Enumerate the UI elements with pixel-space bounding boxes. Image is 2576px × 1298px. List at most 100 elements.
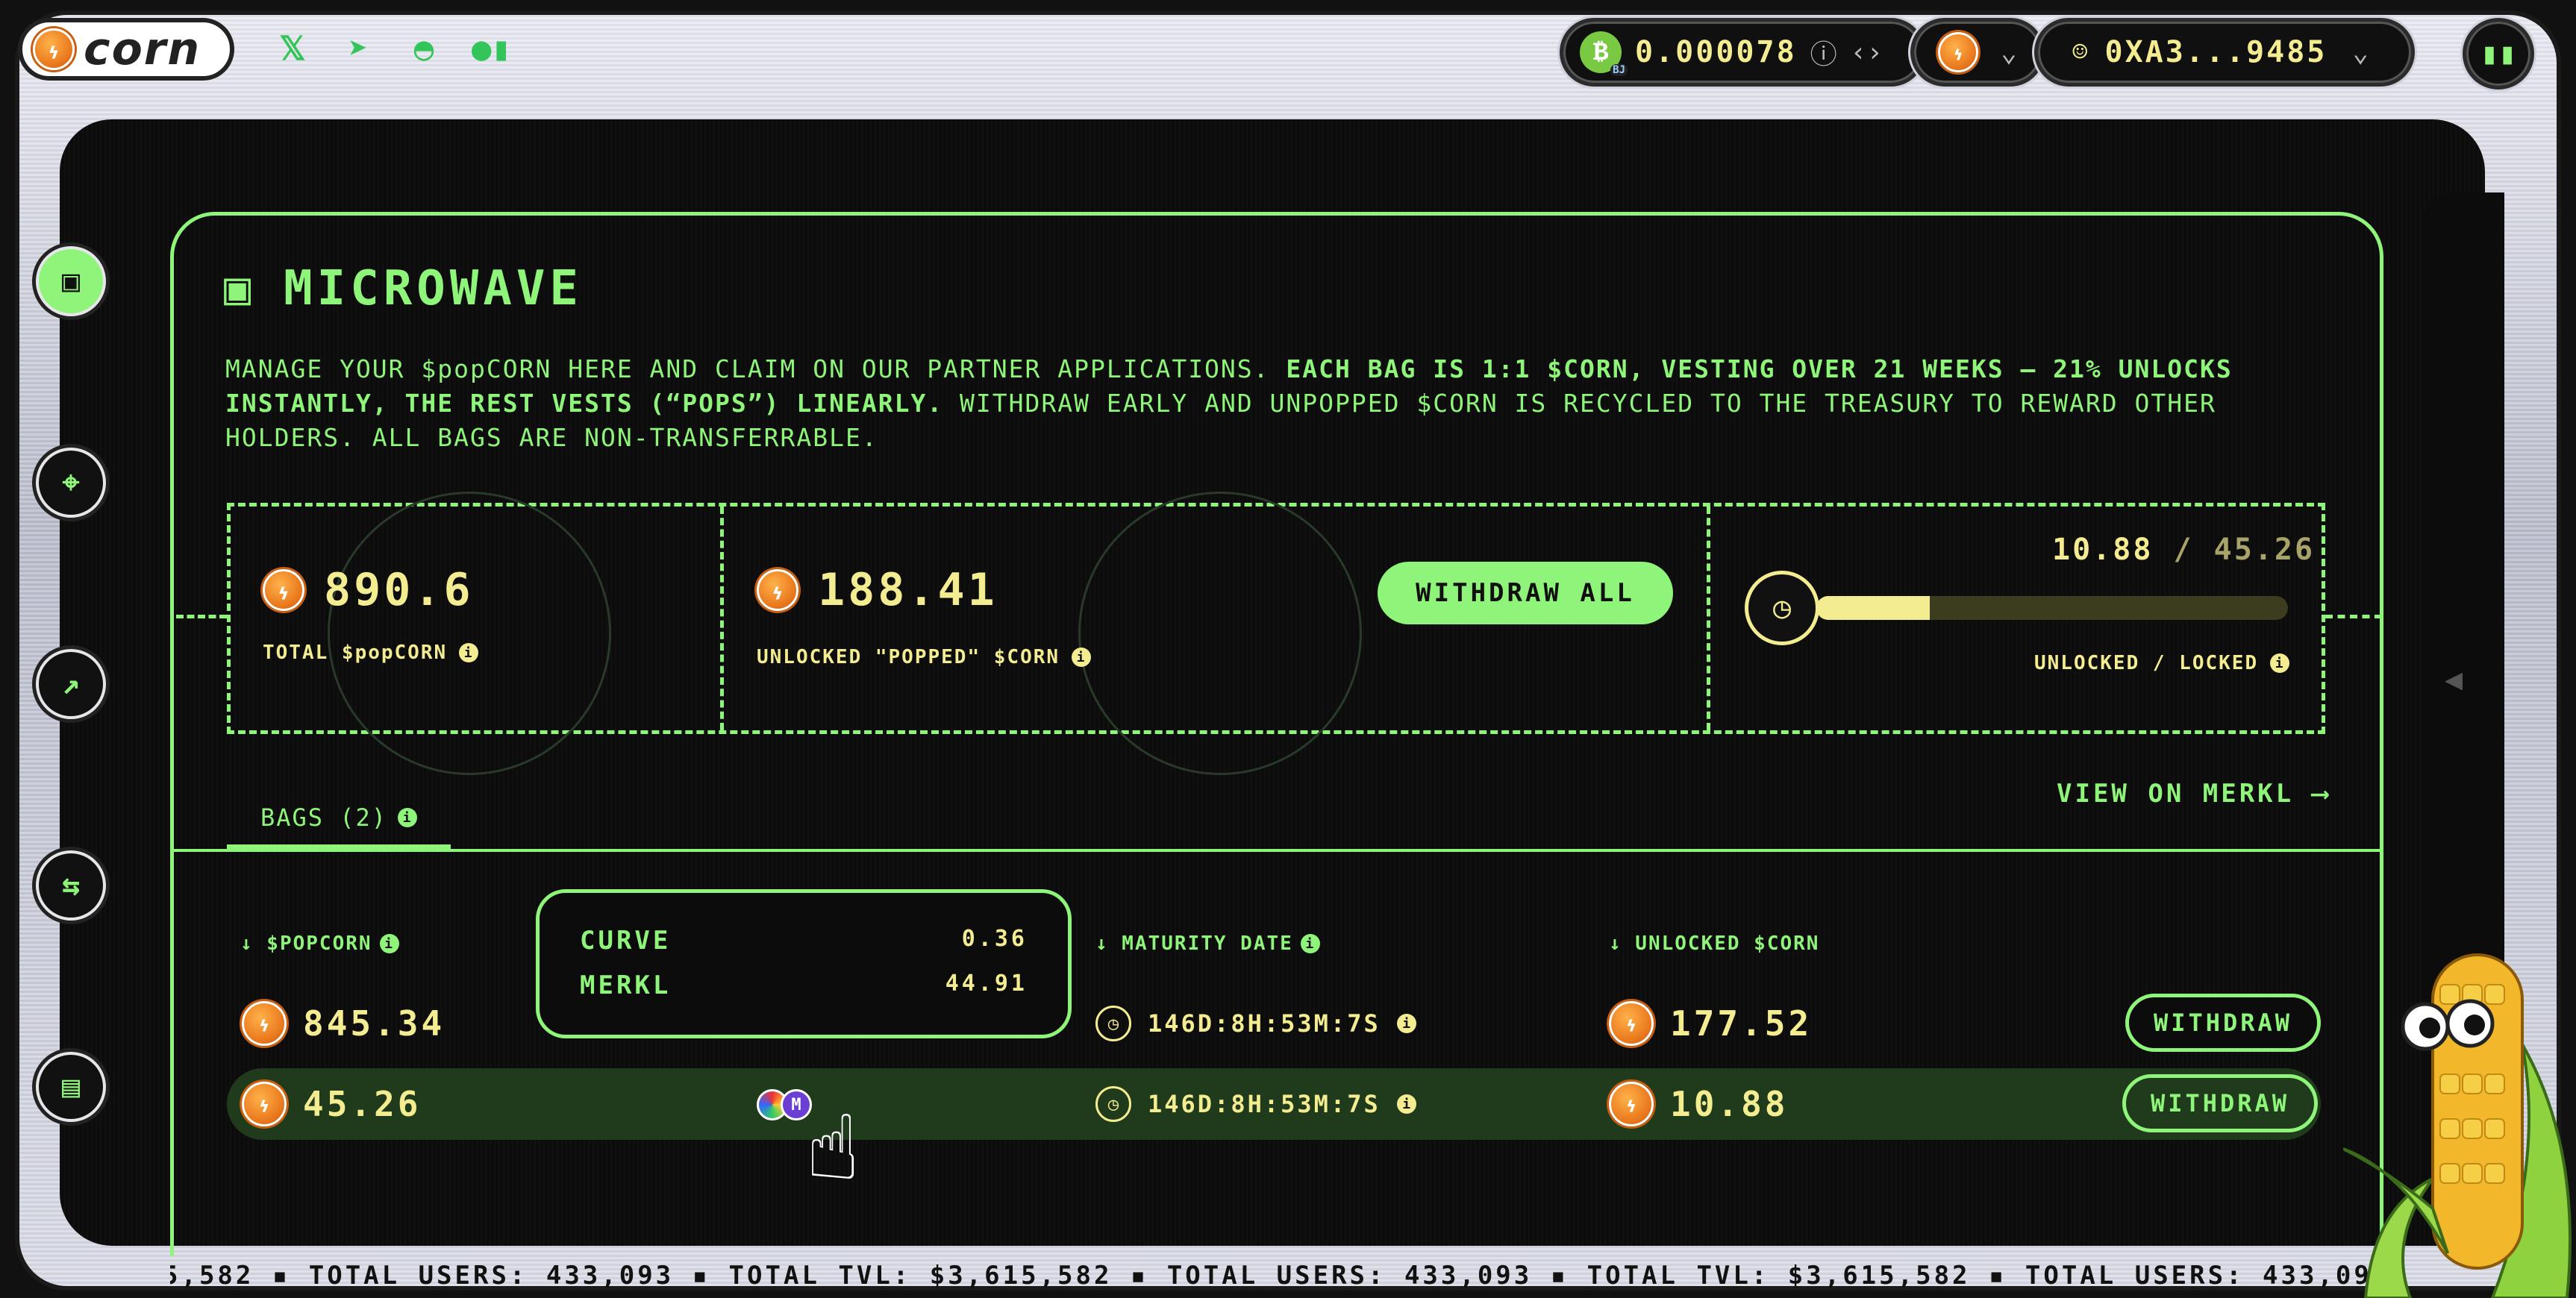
page-title: MICROWAVE	[284, 261, 583, 316]
tab-bags[interactable]: BAGS (2) i	[227, 791, 451, 850]
stats-divider	[1707, 507, 1710, 730]
document-icon: ▤	[61, 1070, 81, 1104]
chevron-down-icon: ⌄	[2001, 37, 2017, 68]
chevron-down-icon: ⌄	[2352, 37, 2369, 68]
header-text: ↓ MATURITY DATE	[1095, 932, 1293, 955]
total-popcorn: 𐓷 890.6	[263, 564, 474, 616]
tooltip-row-merkl: MERKL 44.91	[580, 971, 1028, 1000]
panel-header: ▣ MICROWAVE	[224, 261, 583, 316]
header-text: ↓ UNLOCKED $CORN	[1609, 932, 1820, 955]
nav-microwave[interactable]: ▣	[36, 246, 106, 316]
token-select[interactable]: 𐓷 ⌄	[1910, 18, 2045, 87]
withdraw-all-button[interactable]: WITHDRAW ALL	[1378, 562, 1673, 624]
unlocked-corn: 𐓷 188.41	[757, 564, 998, 616]
pointer-cursor-icon: ☝	[806, 1097, 860, 1200]
trending-up-icon: ↗	[61, 667, 81, 701]
partner-breakdown-tooltip: CURVE 0.36 MERKL 44.91	[536, 889, 1072, 1038]
brand-name: corn	[84, 23, 201, 75]
bar-chart-icon: ▮▮	[2480, 37, 2517, 71]
btc-balance-pill[interactable]: ₿ 0.000078 ⓘ ‹›	[1560, 18, 1925, 87]
info-icon[interactable]: i	[1396, 1094, 1416, 1114]
stats-divider	[720, 507, 724, 730]
withdraw-button[interactable]: WITHDRAW	[2125, 994, 2321, 1052]
microwave-icon: ▣	[224, 263, 251, 315]
popcorn-value: 845.34	[303, 1003, 446, 1044]
label-text: UNLOCKED / LOCKED	[2034, 652, 2259, 674]
col-header-maturity[interactable]: ↓ MATURITY DATE i	[1095, 932, 1320, 955]
wallet-pill[interactable]: ☺ 0XA3...9485 ⌄	[2034, 18, 2415, 87]
unlocked-cell: 𐓷 10.88	[1609, 1068, 1788, 1140]
btc-icon: ₿	[1580, 31, 1628, 76]
col-header-unlocked[interactable]: ↓ UNLOCKED $CORN	[1609, 932, 1819, 955]
ratio-label: UNLOCKED / LOCKED i	[2034, 652, 2290, 674]
dash-line-left	[176, 615, 227, 618]
corn-coin-icon: 𐓷	[1609, 1001, 1654, 1046]
ratio-locked: 45.26	[2213, 533, 2316, 567]
clock-icon: ◷	[1095, 1086, 1131, 1122]
discord-icon[interactable]: ◓	[406, 30, 442, 68]
panel-description: MANAGE YOUR $popCORN HERE AND CLAIM ON O…	[225, 352, 2345, 455]
label-text: UNLOCKED "POPPED" $CORN	[757, 646, 1060, 668]
desc-text: MANAGE YOUR $popCORN HERE AND CLAIM ON O…	[225, 354, 1287, 383]
corn-token-icon: 𐓷	[1938, 32, 1979, 72]
unlocked-cell: 𐓷 177.52	[1609, 988, 1812, 1059]
tooltip-value: 44.91	[945, 971, 1028, 997]
unlocked-value: 10.88	[1670, 1084, 1789, 1124]
info-icon[interactable]: i	[1300, 934, 1320, 953]
stats-button[interactable]: ▮▮	[2463, 18, 2534, 90]
col-header-popcorn[interactable]: ↓ $POPCORN i	[240, 932, 399, 955]
corn-coin-icon: 𐓷	[1609, 1082, 1654, 1126]
nav-target[interactable]: ⌖	[36, 448, 106, 518]
table-row[interactable]: 𐓷 45.26 ◷ 146D:8H:53M:7S i 𐓷 10.88 WITHDRAW	[227, 1068, 2321, 1140]
info-icon[interactable]: i	[398, 808, 418, 827]
tooltip-label: MERKL	[580, 971, 672, 1000]
popcorn-coin-icon: 𐓷	[263, 569, 304, 611]
code-icon[interactable]: ‹›	[1851, 37, 1883, 68]
tooltip-label: CURVE	[580, 926, 672, 956]
tooltip-row-curve: CURVE 0.36	[580, 926, 1028, 956]
x-icon[interactable]: 𝕏	[275, 30, 310, 68]
info-icon[interactable]: i	[379, 934, 399, 953]
medium-icon[interactable]: ●▮	[472, 30, 511, 68]
bridge-icon: ⇆	[61, 868, 81, 903]
maturity-cell: ◷ 146D:8H:53M:7S i	[1095, 988, 1416, 1059]
info-icon[interactable]: i	[1072, 648, 1092, 667]
popcorn-illustration	[328, 492, 611, 775]
popcorn-coin-icon: 𐓷	[242, 1082, 287, 1126]
popcorn-cell: 𐓷 845.34	[242, 988, 445, 1059]
telegram-icon[interactable]: ➤	[340, 30, 376, 68]
unlocked-value: 177.52	[1670, 1003, 1813, 1044]
nav-docs[interactable]: ▤	[36, 1052, 106, 1122]
info-icon[interactable]: i	[2270, 653, 2290, 673]
view-on-merkl-link[interactable]: VIEW ON MERKL ⟶	[2057, 779, 2330, 809]
info-icon[interactable]: ⓘ	[1810, 33, 1837, 72]
left-nav: ▣ ⌖ ↗ ⇆ ▤	[36, 246, 106, 1122]
progress-track	[1816, 596, 2288, 620]
nav-bridge[interactable]: ⇆	[36, 850, 106, 921]
wallet-address: 0XA3...9485	[2104, 35, 2328, 69]
crosshair-icon: ⌖	[62, 465, 80, 500]
tooltip-value: 0.36	[961, 926, 1028, 952]
ratio-separator: /	[2153, 533, 2214, 567]
tab-label: BAGS (2)	[260, 803, 388, 832]
withdraw-button[interactable]: WITHDRAW	[2122, 1074, 2318, 1132]
label-text: TOTAL $popCORN	[263, 642, 448, 664]
unlocked-label: UNLOCKED "POPPED" $CORN i	[757, 646, 1092, 668]
header-text: ↓ $POPCORN	[240, 932, 372, 955]
unlock-ratio: 10.88 / 45.26	[2052, 533, 2315, 567]
info-icon[interactable]: i	[1396, 1014, 1416, 1033]
corn-coin-icon: 𐓷	[757, 569, 798, 611]
unlock-progress: ◷	[1745, 571, 2288, 645]
maturity-value: 146D:8H:53M:7S	[1148, 1090, 1381, 1118]
stats-ticker: 5,582 ▪ TOTAL USERS: 433,093 ▪ TOTAL TVL…	[170, 1258, 2383, 1297]
corn-coin-icon: 𐓷	[33, 28, 75, 70]
clock-icon: ◷	[1095, 1006, 1131, 1041]
ratio-unlocked: 10.88	[2052, 533, 2154, 567]
btc-balance: 0.000078	[1635, 35, 1797, 69]
corn-logo[interactable]: 𐓷 corn	[18, 18, 234, 81]
nav-trending[interactable]: ↗	[36, 649, 106, 719]
dash-line-right	[2325, 615, 2382, 618]
clock-icon: ◷	[1745, 571, 1819, 645]
partner-app-icons[interactable]: M	[757, 1089, 812, 1120]
info-icon[interactable]: i	[459, 643, 479, 662]
